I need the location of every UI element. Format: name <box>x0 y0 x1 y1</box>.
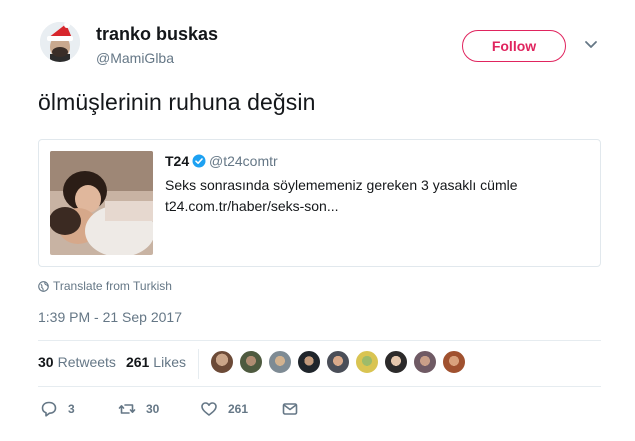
liker-avatar[interactable] <box>384 350 408 374</box>
liker-avatar[interactable] <box>442 350 466 374</box>
tweet-timestamp[interactable]: 1:39 PM - 21 Sep 2017 <box>38 309 182 325</box>
author-avatar[interactable] <box>40 22 80 62</box>
liker-avatar[interactable] <box>355 350 379 374</box>
liker-avatar[interactable] <box>268 350 292 374</box>
retweets-label: Retweets <box>57 354 116 370</box>
reply-icon <box>41 401 57 417</box>
like-count: 261 <box>228 402 249 416</box>
retweet-icon <box>118 404 136 414</box>
author-handle[interactable]: @MamiGlba <box>96 50 174 66</box>
liker-avatar[interactable] <box>239 350 263 374</box>
retweet-count: 30 <box>146 402 160 416</box>
retweet-action[interactable]: 30 <box>118 400 159 418</box>
likes-label: Likes <box>153 354 186 370</box>
liker-avatar[interactable] <box>326 350 350 374</box>
follow-button[interactable]: Follow <box>462 30 566 62</box>
retweets-count: 30 <box>38 354 54 370</box>
retweets-stat[interactable]: 30 Retweets <box>38 354 116 370</box>
verified-icon <box>192 154 206 168</box>
quoted-author-handle: @t24comtr <box>209 153 278 169</box>
chevron-down-icon[interactable] <box>584 40 598 50</box>
translate-link[interactable]: Translate from Turkish <box>38 279 172 293</box>
author-name[interactable]: tranko buskas <box>96 24 218 45</box>
liker-avatar[interactable] <box>297 350 321 374</box>
heart-icon <box>201 402 217 416</box>
likes-count: 261 <box>125 354 150 370</box>
direct-message-action[interactable] <box>281 400 299 418</box>
liker-avatars <box>210 350 466 374</box>
tweet: tranko buskas @MamiGlba Follow ölmüşleri… <box>0 0 635 441</box>
divider <box>38 340 601 341</box>
quoted-text: Seks sonrasında söylememeniz gereken 3 y… <box>165 177 518 193</box>
likes-stat[interactable]: 261 Likes <box>126 354 186 370</box>
divider <box>38 386 601 387</box>
reply-count: 3 <box>68 402 75 416</box>
quoted-tweet-card[interactable]: T24 @t24comtr Seks sonrasında söylememen… <box>38 139 601 267</box>
stats-separator <box>198 349 199 379</box>
reply-action[interactable]: 3 <box>40 400 75 418</box>
tweet-stats: 30 Retweets 261 Likes <box>38 354 186 370</box>
envelope-icon <box>282 403 298 415</box>
quoted-link[interactable]: t24.com.tr/haber/seks-son... <box>165 198 339 214</box>
liker-avatar[interactable] <box>413 350 437 374</box>
tweet-text: ölmüşlerinin ruhuna değsin <box>38 89 316 115</box>
like-action[interactable]: 261 <box>200 400 248 418</box>
translate-label[interactable]: Translate from Turkish <box>53 279 172 293</box>
quoted-author-name: T24 <box>165 153 190 169</box>
liker-avatar[interactable] <box>210 350 234 374</box>
quoted-thumbnail <box>50 151 153 255</box>
globe-icon <box>38 280 49 292</box>
